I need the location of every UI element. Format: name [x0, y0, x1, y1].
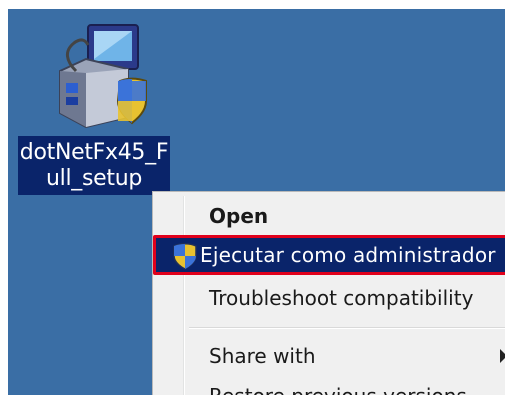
- submenu-arrow-icon: [500, 349, 505, 363]
- context-menu: Open Ejecutar como administrador Trouble…: [152, 191, 505, 395]
- menu-item-label: Share with: [209, 344, 316, 368]
- desktop-icon-label: dotNetFx45_F ull_setup: [18, 136, 170, 195]
- installer-package-icon: [59, 24, 147, 129]
- menu-item-open[interactable]: Open: [157, 197, 505, 235]
- menu-item-label: Open: [209, 204, 269, 228]
- menu-item-troubleshoot-compatibility[interactable]: Troubleshoot compatibility: [157, 279, 505, 317]
- menu-item-label: Restore previous versions: [209, 384, 467, 395]
- menu-item-run-as-administrator[interactable]: Ejecutar como administrador: [153, 235, 505, 275]
- menu-item-share-with[interactable]: Share with: [157, 337, 505, 375]
- menu-item-restore-previous-versions[interactable]: Restore previous versions: [157, 377, 505, 395]
- uac-shield-icon: [173, 243, 197, 270]
- menu-item-label: Troubleshoot compatibility: [209, 286, 474, 310]
- desktop: dotNetFx45_F ull_setup Open Ejecutar com…: [8, 9, 505, 395]
- menu-item-label: Ejecutar como administrador: [200, 243, 496, 267]
- menu-separator: [189, 327, 505, 329]
